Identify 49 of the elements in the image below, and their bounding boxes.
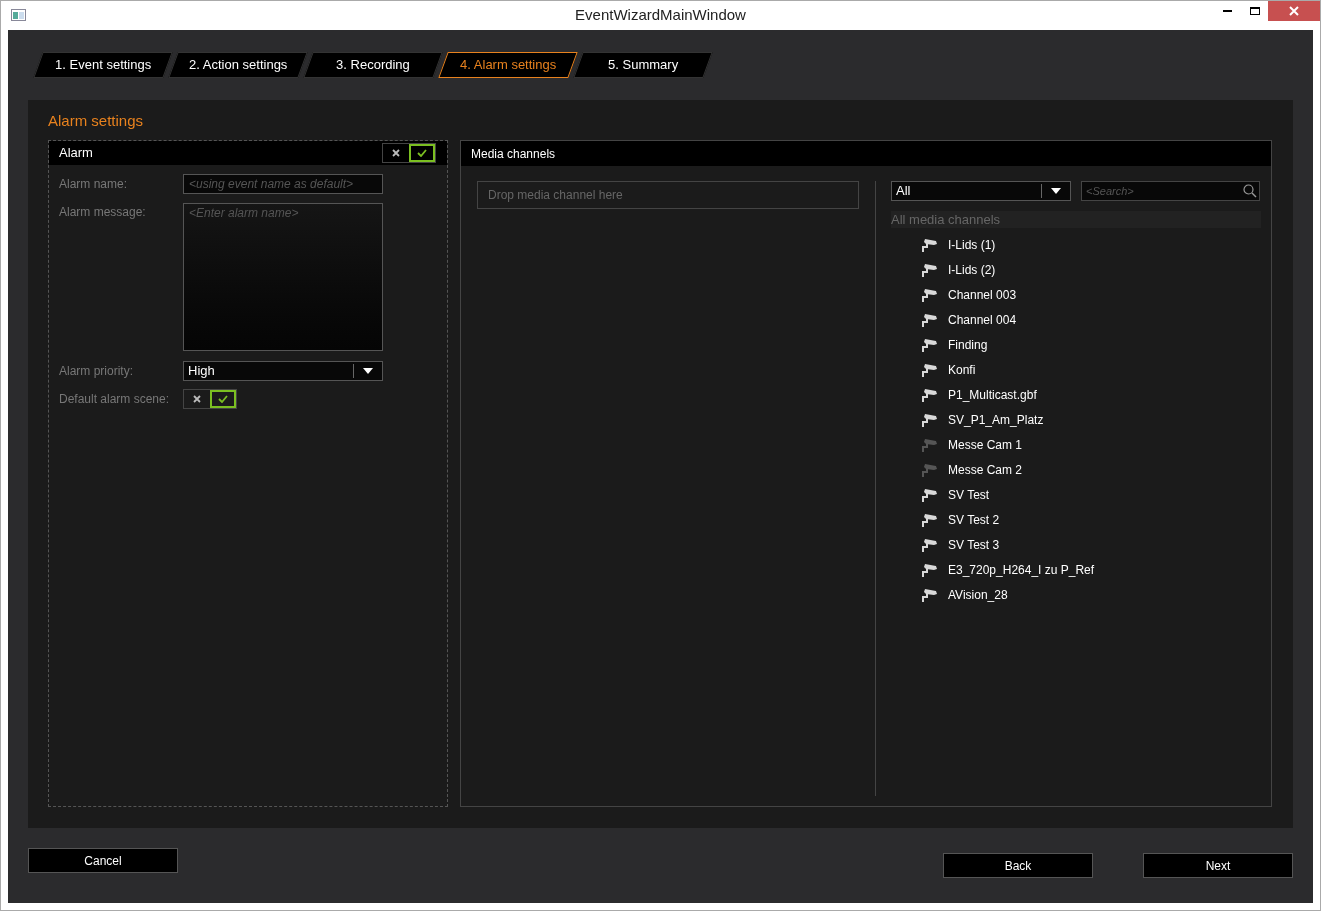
panel-title: Alarm <box>59 144 93 163</box>
channel-item[interactable]: E3_720p_H264_I zu P_Ref <box>948 560 1095 579</box>
step-tab[interactable]: 2. Action settings <box>168 52 308 78</box>
channel-item[interactable]: Channel 003 <box>948 285 1017 304</box>
app-icon <box>11 9 26 21</box>
alarm-name-field[interactable]: <using event name as default> <box>183 174 383 194</box>
channel-item[interactable]: I-Lids (2) <box>948 260 996 279</box>
close-button[interactable] <box>1268 1 1320 21</box>
field-label: Alarm priority: <box>59 363 134 380</box>
close-icon <box>1289 6 1299 16</box>
channel-item[interactable]: I-Lids (1) <box>948 235 996 254</box>
list-header: All media channels <box>891 211 1261 228</box>
field-label: Alarm name: <box>59 176 129 193</box>
channel-item[interactable]: Konfi <box>948 360 976 379</box>
channel-item[interactable]: Messe Cam 1 <box>948 435 1023 454</box>
step-tab[interactable]: 3. Recording <box>303 52 443 78</box>
caret-icon <box>1051 188 1061 194</box>
step-tab[interactable]: 5. Summary <box>573 52 713 78</box>
filter-dropdown[interactable]: All <box>891 181 1071 201</box>
channel-item[interactable]: Messe Cam 2 <box>948 460 1023 479</box>
close-icon <box>392 149 400 157</box>
back-button[interactable]: Back <box>943 853 1093 878</box>
alarm-message-field[interactable]: <Enter alarm name> <box>183 203 383 351</box>
channel-item[interactable]: P1_Multicast.gbf <box>948 385 1037 404</box>
channel-item[interactable]: SV Test 2 <box>948 510 1000 529</box>
step-tab[interactable]: 1. Event settings <box>33 52 173 78</box>
section-title: Alarm settings <box>48 112 144 129</box>
panel-title: Media channels <box>471 145 556 163</box>
channel-item[interactable]: Channel 004 <box>948 310 1017 329</box>
cancel-button[interactable]: Cancel <box>28 848 178 873</box>
channel-item[interactable]: SV_P1_Am_Platz <box>948 410 1044 429</box>
search-field[interactable]: <Search> <box>1081 181 1260 201</box>
check-icon <box>218 395 228 403</box>
priority-dropdown[interactable]: High <box>183 361 383 381</box>
toggle-switch[interactable] <box>183 389 237 409</box>
channel-item[interactable]: AVision_28 <box>948 585 1008 604</box>
channel-item[interactable]: SV Test 3 <box>948 535 1000 554</box>
channel-item[interactable]: Finding <box>948 335 988 354</box>
field-label: Default alarm scene: <box>59 391 171 408</box>
field-label: Alarm message: <box>59 204 147 221</box>
toggle-switch[interactable] <box>382 143 436 163</box>
search-icon <box>1243 184 1257 198</box>
step-tab[interactable]: 4. Alarm settings <box>438 52 578 78</box>
channel-item[interactable]: SV Test <box>948 485 990 504</box>
close-icon <box>193 395 201 403</box>
check-icon <box>417 149 427 157</box>
caret-icon <box>363 368 373 374</box>
window-title: EventWizardMainWindow <box>575 6 746 24</box>
next-button[interactable]: Next <box>1143 853 1293 878</box>
